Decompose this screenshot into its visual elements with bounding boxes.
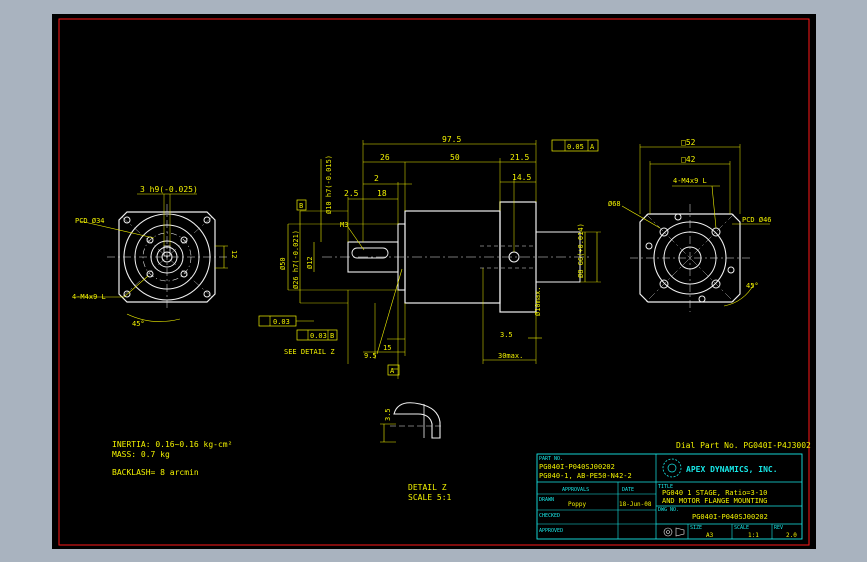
tb-checked-caption: CHECKED bbox=[539, 513, 560, 519]
tb-title-line-1: PG040 1 STAGE, Ratio=3-10 bbox=[662, 489, 767, 497]
dim-975: 97.5 bbox=[442, 135, 461, 144]
dim-10max: Ø10max. bbox=[534, 286, 542, 316]
dial-part-no: Dial Part No. PG040I-P4J3002 bbox=[676, 441, 811, 450]
tb-size-caption: SIZE bbox=[690, 525, 702, 531]
front-key-dim: 3 h9(-0.025) bbox=[140, 185, 198, 194]
tb-drawn-caption: DRAWN bbox=[539, 497, 554, 503]
front-dim-12: 12 bbox=[230, 250, 238, 258]
dim-50dia: Ø50 bbox=[279, 257, 287, 270]
dim-30max: 30max. bbox=[498, 352, 523, 360]
front-view-output bbox=[76, 193, 228, 322]
tb-rev: 2.0 bbox=[786, 532, 797, 539]
dim-15: 15 bbox=[383, 344, 391, 352]
tb-scale: 1:1 bbox=[748, 532, 759, 539]
tb-company: APEX DYNAMICS, INC. bbox=[686, 465, 778, 474]
tol-003a: 0.03 bbox=[273, 318, 290, 326]
tb-title-line-2: AND MOTOR FLANGE MOUNTING bbox=[662, 497, 767, 505]
dim-12: Ø12 bbox=[306, 256, 314, 269]
front-angle: 45° bbox=[132, 320, 145, 328]
tb-dwg-no: PG040I-P040SJ00202 bbox=[692, 513, 768, 521]
see-detail: SEE DETAIL Z bbox=[284, 348, 335, 356]
m3-thread: M3 bbox=[340, 221, 348, 229]
dim-215: 21.5 bbox=[510, 153, 529, 162]
tb-size: A3 bbox=[706, 532, 714, 539]
tb-dwg-caption: DWG NO. bbox=[658, 507, 679, 513]
right-holes: 4-M4x9 L bbox=[673, 177, 707, 185]
tol-003b: 0.03 bbox=[310, 332, 327, 340]
detail-label: DETAIL Z bbox=[408, 483, 447, 492]
spec-inertia: INERTIA: 0.16~0.16 kg-cm² bbox=[112, 440, 232, 449]
tb-approved-caption: APPROVED bbox=[539, 528, 563, 534]
dim-95: 9.5 bbox=[364, 352, 377, 360]
sq42: □42 bbox=[681, 155, 696, 164]
tb-rev-caption: REV bbox=[774, 525, 783, 531]
dim-2: 2 bbox=[374, 174, 379, 183]
dim-50: 50 bbox=[450, 153, 460, 162]
tb-date-caption: DATE bbox=[622, 487, 634, 493]
dim-35: 3.5 bbox=[500, 331, 513, 339]
dim-10h7: Ø10 h7(-0.015) bbox=[325, 155, 333, 214]
front-pcd: PCD Ø34 bbox=[75, 217, 105, 225]
dim-18: 18 bbox=[377, 189, 387, 198]
dim-25: 2.5 bbox=[344, 189, 359, 198]
tb-scale-caption: SCALE bbox=[734, 525, 749, 531]
right-pcd: PCD Ø46 bbox=[742, 216, 772, 224]
front-holes: 4-M4x9 L bbox=[72, 293, 106, 301]
tb-part-caption: PART NO. bbox=[539, 456, 563, 462]
right-angle: 45° bbox=[746, 282, 759, 290]
dim-26: 26 bbox=[380, 153, 390, 162]
cad-drawing: 3 h9(-0.025) PCD Ø34 4-M4x9 L 45° 12 97.… bbox=[58, 18, 811, 546]
d68: Ø68 bbox=[608, 200, 621, 208]
datum-a: A bbox=[390, 367, 395, 375]
drawing-canvas[interactable]: 3 h9(-0.025) PCD Ø34 4-M4x9 L 45° 12 97.… bbox=[52, 14, 816, 549]
detail-dim-35: 3.5 bbox=[384, 408, 392, 421]
tb-part-line-1: PG040I-P040SJ00202 bbox=[539, 463, 615, 471]
spec-mass: MASS: 0.7 kg bbox=[112, 450, 170, 459]
tb-drawn-by: Poppy bbox=[568, 501, 586, 508]
datum-b: B bbox=[299, 202, 303, 210]
dim-6g6: Ø8 G6(+0.014) bbox=[577, 223, 585, 278]
tb-approvals-caption: APPROVALS bbox=[562, 487, 589, 493]
tol-value: 0.05 bbox=[567, 143, 584, 151]
spec-backlash: BACKLASH= 8 arcmin bbox=[112, 468, 199, 477]
tb-part-line-2: PG040-1, AB-PE50-N42-2 bbox=[539, 472, 632, 480]
sq52: □52 bbox=[681, 138, 696, 147]
dim-26h7: Ø26 h7(-0.021) bbox=[292, 230, 300, 289]
tol-ref: A bbox=[590, 143, 595, 151]
tb-date: 18-Jun-08 bbox=[619, 501, 652, 508]
detail-scale: SCALE 5:1 bbox=[408, 493, 452, 502]
tol-ref-b: B bbox=[330, 332, 334, 340]
dim-145: 14.5 bbox=[512, 173, 531, 182]
